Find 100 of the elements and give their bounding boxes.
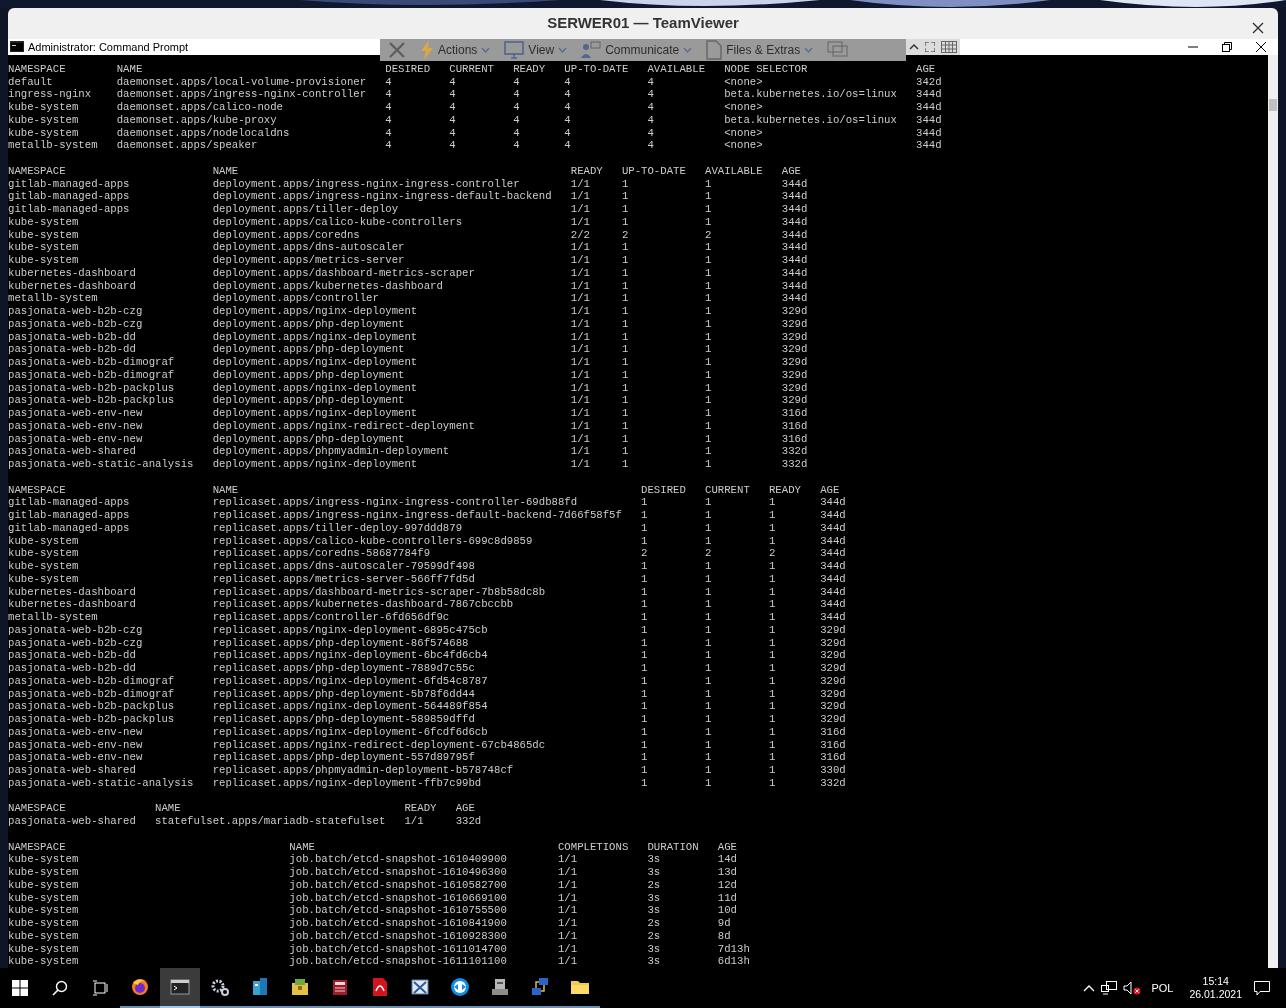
console-line: kube-system job.batch/etcd-snapshot-1610669100 1/1 3s 11d	[8, 891, 738, 905]
console-line: kube-system job.batch/etcd-snapshot-1610496300 1/1 3s 13d	[8, 866, 738, 879]
console-line: pasjonata-web-b2b-czg replicaset.apps/nginx-deployment-6895c475cb 1 1 1 329d	[8, 623, 847, 637]
console-line: kube-system daemonset.apps/kube-proxy 4 4 4 4 4 beta.kubernetes.io/os=linux 344d	[8, 113, 943, 127]
lightning-icon	[420, 39, 434, 60]
console-line: kube-system job.batch/etcd-snapshot-1610755500 1/1 3s 10d	[8, 904, 738, 917]
console-line: pasjonata-web-b2b-dimograf deployment.apps/php-deployment 1/1 1 1 329d	[8, 368, 809, 382]
console-line: gitlab-managed-apps deployment.apps/tiller-deploy 1/1 1 1 344d	[8, 203, 809, 216]
terminal-icon	[170, 977, 190, 997]
console-line: pasjonata-web-b2b-dimograf replicaset.apps/nginx-deployment-6fd54c8787 1 1 1 329d	[8, 674, 847, 688]
console-line: pasjonata-web-b2b-czg deployment.apps/php-deployment 1/1 1 1 329d	[8, 317, 809, 331]
console-line: pasjonata-web-b2b-dd replicaset.apps/nginx-deployment-6bc4fd6cb4 1 1 1 329d	[8, 649, 847, 662]
console-line: metallb-system deployment.apps/controller 1/1 1 1 344d	[8, 292, 809, 305]
language-indicator[interactable]: POL	[1147, 979, 1178, 997]
console-line: pasjonata-web-b2b-dimograf replicaset.apps/php-deployment-5b78f6dd44 1 1 1 329d	[8, 687, 847, 701]
console-line: pasjonata-web-b2b-packplus deployment.apps/nginx-deployment 1/1 1 1 329d	[8, 381, 809, 395]
gears-icon	[210, 977, 230, 997]
console-line: kube-system job.batch/etcd-snapshot-1611014700 1/1 3s 7d13h	[8, 942, 751, 956]
caret-icon	[558, 46, 568, 53]
caret-icon	[481, 46, 491, 53]
search-icon	[52, 980, 68, 996]
server-icon	[490, 977, 510, 997]
console-line: pasjonata-web-env-new replicaset.apps/nginx-deployment-6fcdf6d6cb 1 1 1 316d	[8, 725, 847, 739]
console-line: kube-system deployment.apps/dns-autoscaler 1/1 1 1 344d	[8, 241, 809, 254]
console-line: kube-system job.batch/etcd-snapshot-1610928300 1/1 2s 8d	[8, 929, 732, 943]
console-line: gitlab-managed-apps deployment.apps/ingress-nginx-ingress-default-backend 1/1 1 1 344d	[8, 190, 809, 203]
console-line: kube-system job.batch/etcd-snapshot-1610582700 1/1 2s 12d	[8, 878, 738, 892]
window-title: Administrator: Command Prompt	[28, 39, 189, 55]
restore-icon	[1222, 41, 1232, 52]
muted-speaker-icon[interactable]	[1123, 981, 1142, 995]
console-line: pasjonata-web-b2b-czg deployment.apps/nginx-deployment 1/1 1 1 329d	[8, 305, 809, 318]
scrollbar[interactable]	[1268, 54, 1278, 968]
people-icon	[581, 40, 602, 59]
console-line: kube-system job.batch/etcd-snapshot-1610409900 1/1 3s 14d	[8, 853, 738, 866]
clock-date[interactable]: 26.01.2021	[1189, 988, 1242, 1001]
package-icon	[290, 977, 310, 997]
console-line: kube-system deployment.apps/calico-kube-controllers 1/1 1 1 344d	[8, 215, 809, 229]
table-header: NAMESPACE NAME COMPLETIONS DURATION AGE	[8, 840, 738, 854]
console-line: pasjonata-web-b2b-dd deployment.apps/php-deployment 1/1 1 1 329d	[8, 343, 809, 356]
console-line: pasjonata-web-b2b-dimograf deployment.apps/nginx-deployment 1/1 1 1 329d	[8, 356, 809, 369]
monitor-icon	[827, 40, 850, 59]
console-line: kube-system job.batch/etcd-snapshot-1610841900 1/1 2s 9d	[8, 917, 732, 930]
chevron-up-icon[interactable]	[909, 43, 919, 51]
console-line: kube-system deployment.apps/metrics-server 1/1 1 1 344d	[8, 254, 809, 267]
toolbar-menu[interactable]: View	[504, 40, 568, 59]
console-line: default daemonset.apps/local-volume-provisioner 4 4 4 4 4 <none> 342d	[8, 75, 943, 89]
monitor-icon	[504, 40, 525, 59]
console-line: kubernetes-dashboard replicaset.apps/kubernetes-dashboard-7867cbccbb 1 1 1 344d	[8, 598, 847, 611]
console-line: pasjonata-web-shared replicaset.apps/phpmyadmin-deployment-b578748cf 1 1 1 330d	[8, 764, 847, 777]
archive-icon	[330, 977, 350, 997]
console-line: kube-system daemonset.apps/nodelocaldns 4 4 4 4 4 <none> 344d	[8, 126, 943, 140]
table-header: NAMESPACE NAME READY UP-TO-DATE AVAILABLE AGE	[8, 164, 802, 178]
console-line: pasjonata-web-shared deployment.apps/phpmyadmin-deployment 1/1 1 1 332d	[8, 445, 809, 458]
console-line: pasjonata-web-static-analysis replicaset.apps/nginx-deployment-ffb7c99bd 1 1 1 332d	[8, 776, 847, 790]
clock-time[interactable]: 15:14	[1202, 975, 1229, 988]
console-line: kubernetes-dashboard replicaset.apps/dashboard-metrics-scraper-7b8b58dc8b 1 1 1 344d	[8, 585, 847, 599]
grid-icon[interactable]	[941, 40, 957, 53]
window-tool-icon	[410, 977, 430, 997]
console-line: metallb-system replicaset.apps/controller-6fd656df9c 1 1 1 344d	[8, 611, 847, 624]
close-icon	[388, 40, 406, 59]
console-line: kube-system replicaset.apps/coredns-58687784f9 2 2 2 344d	[8, 547, 847, 560]
document-icon	[370, 977, 390, 997]
console-line: pasjonata-web-env-new replicaset.apps/nginx-redirect-deployment-67cb4865dc 1 1 1 316d	[8, 738, 847, 752]
console-line: kube-system replicaset.apps/dns-autoscaler-79599df498 1 1 1 344d	[8, 560, 847, 573]
terminal-icon	[10, 41, 24, 53]
console-line: pasjonata-web-b2b-dd deployment.apps/nginx-deployment 1/1 1 1 329d	[8, 330, 809, 344]
console-line: gitlab-managed-apps deployment.apps/ingress-nginx-ingress-controller 1/1 1 1 344d	[8, 177, 809, 191]
console-line: kubernetes-dashboard deployment.apps/kubernetes-dashboard 1/1 1 1 344d	[8, 279, 809, 293]
console-line: pasjonata-web-env-new deployment.apps/nginx-deployment 1/1 1 1 316d	[8, 407, 809, 420]
toolbar-menu[interactable]: Files & Extras	[706, 39, 814, 60]
console-line: kube-system deployment.apps/coredns 2/2 2 2 344d	[8, 228, 809, 242]
toolbar-menu[interactable]: Actions	[420, 39, 491, 60]
file-icon	[706, 39, 723, 60]
caret-icon	[804, 46, 814, 53]
caret-icon	[683, 46, 693, 53]
console-line: metallb-system daemonset.apps/speaker 4 4 4 4 4 <none> 344d	[8, 139, 943, 152]
close-icon	[1252, 21, 1264, 34]
expand-icon[interactable]	[925, 41, 935, 52]
network-icon[interactable]	[1101, 981, 1118, 995]
console-line: pasjonata-web-static-analysis deployment.apps/nginx-deployment 1/1 1 1 332d	[8, 458, 809, 471]
taskbar-app[interactable]	[160, 968, 200, 1008]
toolbar-menu[interactable]: Communicate	[581, 40, 693, 59]
console-line: kube-system job.batch/etcd-snapshot-1611101100 1/1 3s 6d13h	[8, 955, 751, 968]
console-line: pasjonata-web-b2b-dd replicaset.apps/php-deployment-7889d7c55c 1 1 1 329d	[8, 662, 847, 675]
browser-icon	[130, 977, 150, 997]
close-icon	[1256, 41, 1266, 52]
console-line: pasjonata-web-b2b-packplus deployment.apps/php-deployment 1/1 1 1 329d	[8, 394, 809, 407]
console-line: pasjonata-web-env-new deployment.apps/php-deployment 1/1 1 1 316d	[8, 432, 809, 446]
console-line: pasjonata-web-env-new replicaset.apps/php-deployment-557d89795f 1 1 1 316d	[8, 751, 847, 764]
remote-control-icon	[450, 977, 470, 997]
notification-icon[interactable]	[1254, 980, 1270, 996]
windows-icon	[12, 980, 28, 996]
console-line: kube-system daemonset.apps/calico-node 4 4 4 4 4 <none> 344d	[8, 101, 943, 114]
console-line: gitlab-managed-apps replicaset.apps/tiller-deploy-997ddd879 1 1 1 344d	[8, 521, 847, 535]
table-header: NAMESPACE NAME READY AGE	[8, 802, 476, 815]
console-line: gitlab-managed-apps replicaset.apps/ingress-nginx-ingress-default-backend-7d66f58f5f 1 1 1 344d	[8, 509, 847, 522]
window-title: SERWER01 — TeamViewer	[547, 13, 739, 34]
console-line: kubernetes-dashboard deployment.apps/dashboard-metrics-scraper 1/1 1 1 344d	[8, 266, 809, 280]
table-header: NAMESPACE NAME DESIRED CURRENT READY UP-TO-DATE AVAILABLE NODE SELECTOR AGE	[8, 62, 937, 76]
console-line: kube-system replicaset.apps/metrics-server-566ff7fd5d 1 1 1 344d	[8, 572, 847, 586]
